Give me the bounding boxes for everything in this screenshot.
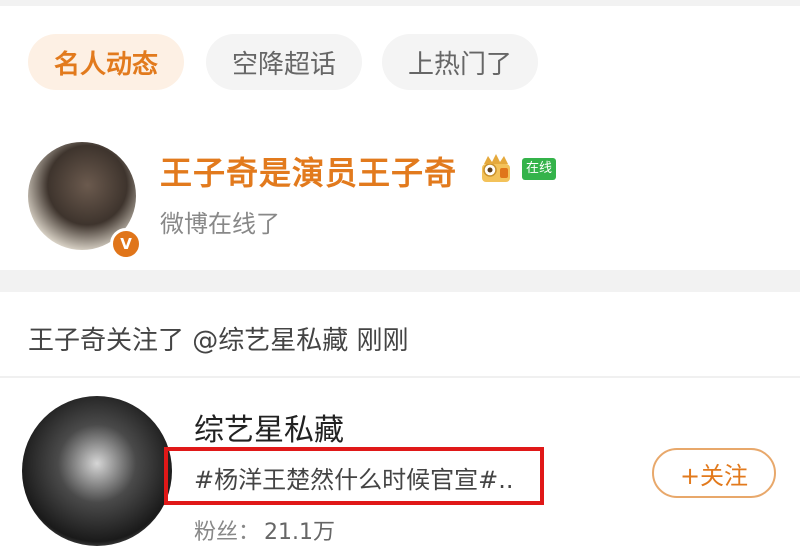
- fans-label: 粉丝：: [194, 520, 261, 545]
- tab-celebrity-news[interactable]: 名人动态: [28, 34, 184, 90]
- section-divider: [0, 270, 800, 292]
- user-name[interactable]: 王子奇是演员王子奇: [160, 148, 457, 194]
- follow-button[interactable]: +关注: [652, 448, 776, 498]
- crown-badge-icon: [482, 154, 510, 182]
- followed-account-description: #杨洋王楚然什么时候官宣#..: [194, 466, 514, 494]
- user-subtitle: 微博在线了: [160, 210, 280, 238]
- featured-user-card[interactable]: V 王子奇是演员王子奇 在线 微博在线了: [0, 120, 800, 270]
- fans-info: 粉丝： 21.1万: [194, 514, 335, 546]
- row-divider: [0, 376, 800, 378]
- followed-account-name[interactable]: 综艺星私藏: [194, 405, 344, 449]
- tab-bar: 名人动态 空降超话 上热门了: [0, 0, 800, 120]
- tab-trending[interactable]: 上热门了: [382, 34, 538, 90]
- followed-account-avatar[interactable]: [22, 396, 172, 546]
- online-status-badge: 在线: [522, 158, 557, 180]
- tab-supertopic[interactable]: 空降超话: [206, 34, 362, 90]
- fans-count: 21.1万: [264, 520, 336, 545]
- verified-icon: V: [110, 228, 142, 260]
- activity-text: 王子奇关注了 @综艺星私藏 刚刚: [28, 326, 409, 356]
